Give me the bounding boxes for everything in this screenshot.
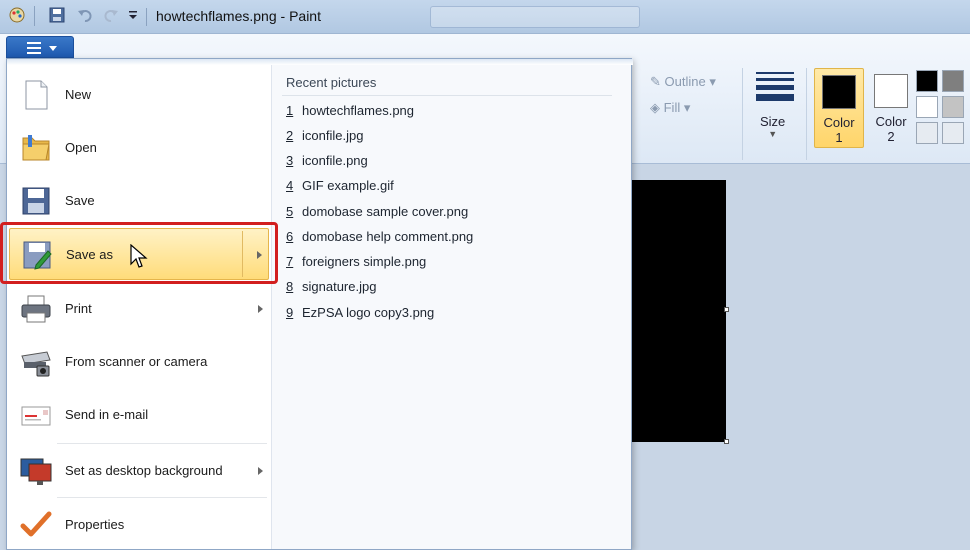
menu-item-print[interactable]: Print xyxy=(9,283,269,335)
recent-pictures-title: Recent pictures xyxy=(286,75,377,90)
color2-swatch xyxy=(874,74,908,108)
recent-item[interactable]: 5 domobase sample cover.png xyxy=(286,204,468,224)
recent-item[interactable]: 3 iconfile.png xyxy=(286,153,368,173)
menu-item-new[interactable]: New xyxy=(9,69,269,121)
recent-item[interactable]: 6 domobase help comment.png xyxy=(286,229,473,249)
window-title: howtechflames.png - Paint xyxy=(156,8,321,24)
palette-color[interactable] xyxy=(942,96,964,118)
color2-button[interactable]: Color 2 xyxy=(866,68,916,148)
menu-item-save[interactable]: Save xyxy=(9,175,269,227)
menu-icon xyxy=(27,42,41,54)
palette-color[interactable] xyxy=(942,70,964,92)
file-menu-commands: New Open Save Save as Print From scanner… xyxy=(7,65,271,549)
paint-app-icon[interactable] xyxy=(8,6,26,24)
palette-color[interactable] xyxy=(916,70,938,92)
chevron-down-icon xyxy=(49,46,57,51)
menu-item-from-scanner[interactable]: From scanner or camera xyxy=(9,336,269,388)
recent-item[interactable]: 7 foreigners simple.png xyxy=(286,254,426,274)
recent-item[interactable]: 4 GIF example.gif xyxy=(286,178,394,198)
redo-icon[interactable] xyxy=(102,6,120,24)
size-lines-icon xyxy=(756,72,794,105)
fill-button[interactable]: ◈ Fill ▾ xyxy=(650,100,690,116)
mouse-cursor-icon xyxy=(130,243,148,273)
file-menu: New Open Save Save as Print From scanner… xyxy=(6,58,633,550)
submenu-arrow-icon[interactable] xyxy=(258,305,263,313)
new-document-icon xyxy=(19,79,53,111)
outline-button[interactable]: ✎ Outline ▾ xyxy=(650,74,716,90)
properties-check-icon xyxy=(19,509,53,541)
palette-color[interactable] xyxy=(942,122,964,144)
image-canvas[interactable] xyxy=(630,180,726,442)
customize-toolbar-icon[interactable] xyxy=(126,8,144,26)
file-menu-button[interactable] xyxy=(6,36,74,58)
chevron-down-icon: ▼ xyxy=(768,129,778,139)
menu-item-open[interactable]: Open xyxy=(9,122,269,174)
menu-item-set-desktop-background[interactable]: Set as desktop background xyxy=(9,445,269,497)
title-bar: howtechflames.png - Paint xyxy=(0,0,970,34)
recent-pictures-panel: Recent pictures 1 howtechflames.png 2 icon… xyxy=(271,65,631,549)
recent-item[interactable]: 1 howtechflames.png xyxy=(286,103,414,123)
palette-color[interactable] xyxy=(916,96,938,118)
outline-icon: ✎ xyxy=(650,74,665,89)
scanner-icon xyxy=(19,346,53,378)
size-button[interactable]: Size ▼ xyxy=(760,114,785,139)
color1-swatch xyxy=(822,75,856,109)
color1-button[interactable]: Color 1 xyxy=(814,68,864,148)
recent-item[interactable]: 8 signature.jpg xyxy=(286,279,376,299)
resize-handle[interactable] xyxy=(724,439,729,444)
desktop-background-icon xyxy=(19,455,53,487)
fill-icon: ◈ xyxy=(650,100,664,115)
undo-icon[interactable] xyxy=(76,6,94,24)
printer-icon xyxy=(19,293,53,325)
recent-item[interactable]: 9 EzPSA logo copy3.png xyxy=(286,305,434,325)
recent-item[interactable]: 2 iconfile.jpg xyxy=(286,128,363,148)
save-disk-icon xyxy=(19,185,53,217)
blurred-title-region xyxy=(430,6,640,28)
quick-save-icon[interactable] xyxy=(48,6,66,24)
menu-item-properties[interactable]: Properties xyxy=(9,499,269,550)
submenu-arrow-icon[interactable] xyxy=(258,467,263,475)
open-folder-icon xyxy=(19,132,53,164)
resize-handle[interactable] xyxy=(724,307,729,312)
email-icon xyxy=(19,399,53,431)
menu-item-send-email[interactable]: Send in e-mail xyxy=(9,389,269,441)
palette-color[interactable] xyxy=(916,122,938,144)
